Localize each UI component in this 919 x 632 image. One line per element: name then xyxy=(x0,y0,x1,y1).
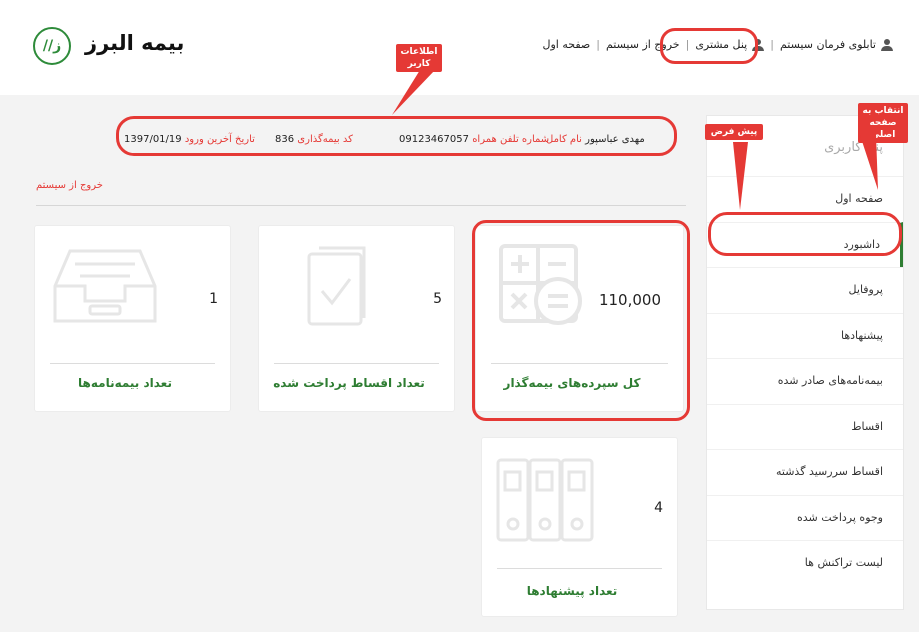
callout-arrow xyxy=(733,142,748,210)
card-label: تعداد بیمه‌نامه‌ها xyxy=(78,376,172,390)
card-value: 4 xyxy=(654,500,663,516)
nav-separator: | xyxy=(770,38,774,51)
highlight-total-deposits xyxy=(472,220,690,421)
user-icon xyxy=(881,38,893,51)
card-label: تعداد پیشنهادها xyxy=(526,584,618,598)
top-bar: //ز بیمه البرز تابلوی فرمان سیستم | پنل … xyxy=(0,0,919,95)
checklist-icon xyxy=(294,236,374,331)
sidebar-item-transactions[interactable]: لیست تراکنش ها xyxy=(707,540,903,586)
inbox-tray-icon xyxy=(50,236,160,331)
nav-separator: | xyxy=(596,38,600,51)
card-divider xyxy=(497,568,662,569)
nav-home-link[interactable]: صفحه اول xyxy=(542,38,590,51)
card-value: 1 xyxy=(209,291,218,307)
card-paid-installments[interactable]: 5 تعداد اقساط پرداخت شده xyxy=(258,225,455,412)
card-value: 5 xyxy=(433,291,442,307)
card-label: تعداد اقساط پرداخت شده xyxy=(273,376,425,390)
divider xyxy=(36,205,686,206)
card-proposals-count[interactable]: 4 تعداد پیشنهادها xyxy=(481,437,678,617)
nav-dashboard-link[interactable]: تابلوی فرمان سیستم xyxy=(780,38,876,51)
brand-logo-text[interactable]: بیمه البرز xyxy=(85,31,184,55)
sidebar-item-proposals[interactable]: پیشنهادها xyxy=(707,312,903,359)
callout-arrow xyxy=(392,70,435,115)
binders-icon xyxy=(494,452,599,547)
sidebar-item-profile[interactable]: پروفایل xyxy=(707,267,903,313)
callout-user-info: اطلاعات کاربر xyxy=(396,44,442,72)
sidebar-item-issued-policies[interactable]: بیمه‌نامه‌های صادر شده xyxy=(707,358,903,404)
highlight-customer-panel xyxy=(660,28,758,64)
brand-logo-mark[interactable]: //ز xyxy=(33,27,71,65)
highlight-user-info xyxy=(116,116,677,156)
callout-default: پیش فرض xyxy=(705,124,763,140)
card-policies-count[interactable]: 1 تعداد بیمه‌نامه‌ها xyxy=(34,225,231,412)
highlight-dashboard xyxy=(708,212,902,256)
logout-link[interactable]: خروج از سیستم xyxy=(36,180,103,191)
card-divider xyxy=(50,363,215,364)
callout-arrow xyxy=(860,135,878,190)
card-divider xyxy=(274,363,439,364)
sidebar-item-paid-amounts[interactable]: وجوه پرداخت شده xyxy=(707,494,903,541)
sidebar-item-overdue-installments[interactable]: اقساط سررسید گذشته xyxy=(707,449,903,495)
sidebar-item-installments[interactable]: اقساط xyxy=(707,403,903,450)
